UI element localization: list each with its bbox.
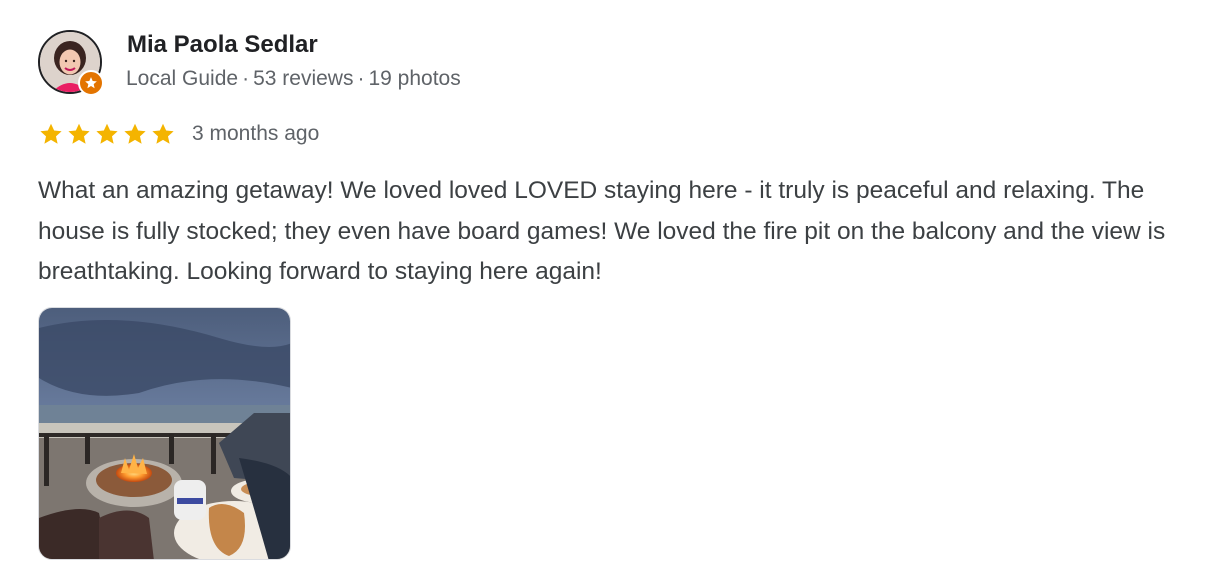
star-icon bbox=[96, 123, 118, 144]
star-icon bbox=[152, 123, 174, 144]
meta-separator: · bbox=[357, 67, 365, 90]
author-meta[interactable]: Local Guide · 53 reviews · 19 photos bbox=[126, 67, 461, 91]
review-photo[interactable] bbox=[38, 307, 291, 560]
star-icon bbox=[40, 123, 62, 144]
star-icon bbox=[124, 123, 146, 144]
review-text: What an amazing getaway! We loved loved … bbox=[38, 177, 1166, 285]
photo-count: 19 photos bbox=[368, 67, 461, 90]
review-count: 53 reviews bbox=[253, 67, 354, 90]
fire-pit-photo-icon bbox=[39, 308, 290, 559]
review-card: Mia Paola Sedlar Local Guide · 53 reviews ·… bbox=[0, 0, 1208, 574]
star-icon bbox=[68, 123, 90, 144]
star-rating bbox=[38, 121, 176, 147]
author-avatar[interactable] bbox=[38, 30, 104, 96]
author-name[interactable]: Mia Paola Sedlar bbox=[127, 31, 318, 59]
local-guide-badge-icon bbox=[78, 70, 104, 96]
meta-separator: · bbox=[242, 67, 250, 90]
review-date: 3 months ago bbox=[192, 122, 320, 145]
local-guide-label: Local Guide bbox=[126, 67, 239, 90]
rating-row: 3 months ago bbox=[38, 120, 319, 148]
